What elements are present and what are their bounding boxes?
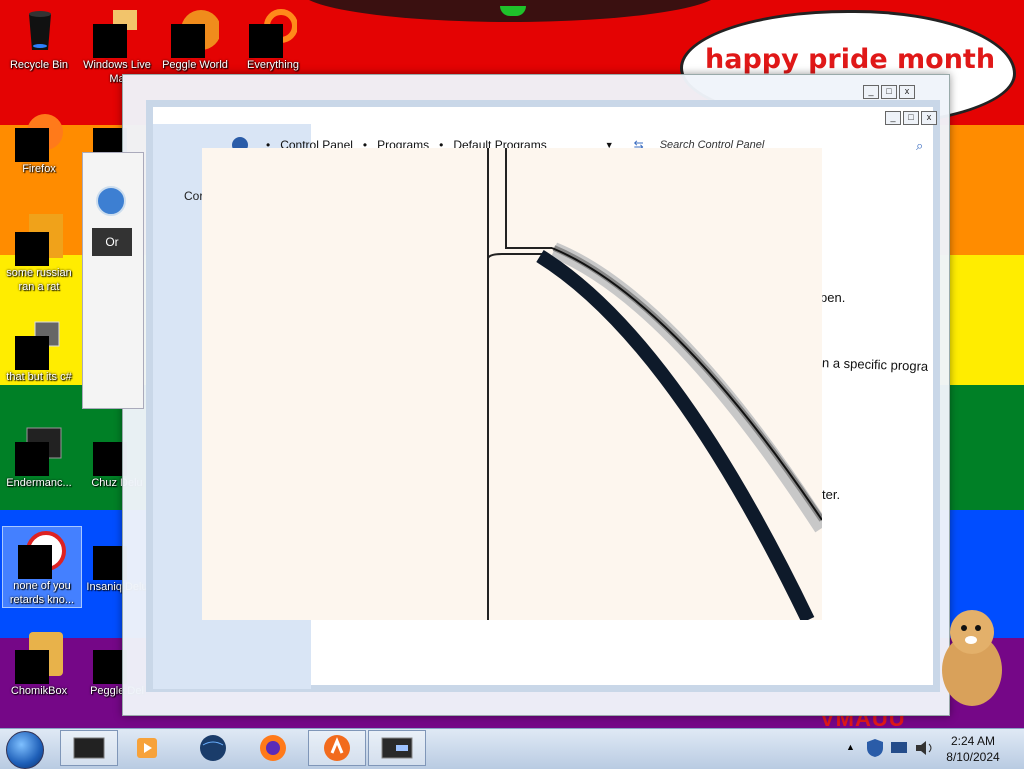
recycle-bin-icon xyxy=(15,6,63,54)
show-hidden-icons[interactable]: ▲ xyxy=(846,742,855,752)
content-text: ter. xyxy=(822,487,841,502)
chomikbox-icon xyxy=(15,632,63,684)
shield-icon[interactable] xyxy=(866,738,884,758)
desktop-icon-peggle-world[interactable]: Peggle World xyxy=(156,6,234,72)
desktop-icon-label: Firefox xyxy=(22,163,56,175)
volume-icon[interactable] xyxy=(914,740,936,756)
maximize-button[interactable]: □ xyxy=(903,111,919,125)
folder-stack-icon xyxy=(15,318,63,370)
peggle-icon xyxy=(171,6,221,58)
desktop-icon-everything[interactable]: Everything xyxy=(234,6,312,72)
desktop-icon-csharp[interactable]: that but its c# xyxy=(0,318,78,384)
desktop-icon-label: ChomikBox xyxy=(10,685,68,697)
app-icon xyxy=(15,424,63,476)
clock-date: 8/10/2024 xyxy=(946,750,1000,764)
glitch-curves xyxy=(487,148,822,620)
content-text: pen. xyxy=(820,290,846,305)
taskbar-button[interactable] xyxy=(368,730,426,766)
windows-live-icon xyxy=(93,6,141,58)
globe-icon xyxy=(200,735,226,761)
desktop-icon-russian-rat[interactable]: some russian ran a rat xyxy=(0,214,78,294)
firefox-icon xyxy=(15,110,63,162)
close-button[interactable]: x xyxy=(921,111,937,125)
app-icon xyxy=(18,527,66,579)
start-button[interactable] xyxy=(6,731,44,769)
window-controls: _ □ x xyxy=(885,111,937,125)
glitch-overlay xyxy=(202,148,822,620)
avast-icon xyxy=(324,735,350,761)
desktop-icon-none-of-you[interactable]: none of you retards kno... xyxy=(2,526,82,608)
desktop-icon-recycle-bin[interactable]: Recycle Bin xyxy=(0,6,78,72)
desktop-icon-label: some russian ran a rat xyxy=(6,267,72,293)
desktop-icon-label: Recycle Bin xyxy=(9,59,69,71)
clock[interactable]: 2:24 AM 8/10/2024 xyxy=(940,733,1006,765)
desktop-icon-label: Endermanc... xyxy=(6,477,72,489)
desktop-icon-chomikbox[interactable]: ChomikBox xyxy=(0,632,78,698)
clock-time: 2:24 AM xyxy=(950,734,996,748)
media-player-icon xyxy=(137,738,157,758)
desktop-icon-firefox[interactable]: Firefox xyxy=(0,110,78,176)
banner-text: happy pride month xyxy=(705,44,996,75)
taskbar-button[interactable] xyxy=(244,730,302,766)
taskbar-button[interactable] xyxy=(60,730,118,766)
maximize-button[interactable]: □ xyxy=(881,85,897,99)
back-arrow-icon[interactable] xyxy=(96,186,126,216)
desktop-icon-label: Peggle World xyxy=(162,59,228,71)
taskbar-button[interactable] xyxy=(118,730,176,766)
navigation-pane-text[interactable]: Cor xyxy=(184,189,203,203)
close-button[interactable]: x xyxy=(899,85,915,99)
taskbar-button[interactable] xyxy=(308,730,366,766)
desktop-icon-label: Everything xyxy=(247,59,299,71)
hamster-sticker xyxy=(922,600,1012,710)
network-icon[interactable] xyxy=(890,740,908,756)
window-controls: _ □ x xyxy=(863,85,915,99)
firefox-icon xyxy=(260,735,286,761)
app-icon xyxy=(15,214,63,266)
desktop-icon-label: that but its c# xyxy=(6,371,72,383)
display-icon xyxy=(381,737,413,759)
desktop-icon-label: none of you retards kno... xyxy=(9,580,75,606)
minimize-button[interactable]: _ xyxy=(885,111,901,125)
taskbar-button[interactable] xyxy=(184,730,242,766)
everything-icon xyxy=(249,6,298,58)
desktop-icon-endermanch[interactable]: Endermanc... xyxy=(0,424,78,490)
small-window-tab[interactable]: Or xyxy=(92,228,132,256)
search-icon[interactable]: ⌕ xyxy=(916,138,923,154)
minimize-button[interactable]: _ xyxy=(863,85,879,99)
taskbar-window-icon xyxy=(73,737,105,759)
